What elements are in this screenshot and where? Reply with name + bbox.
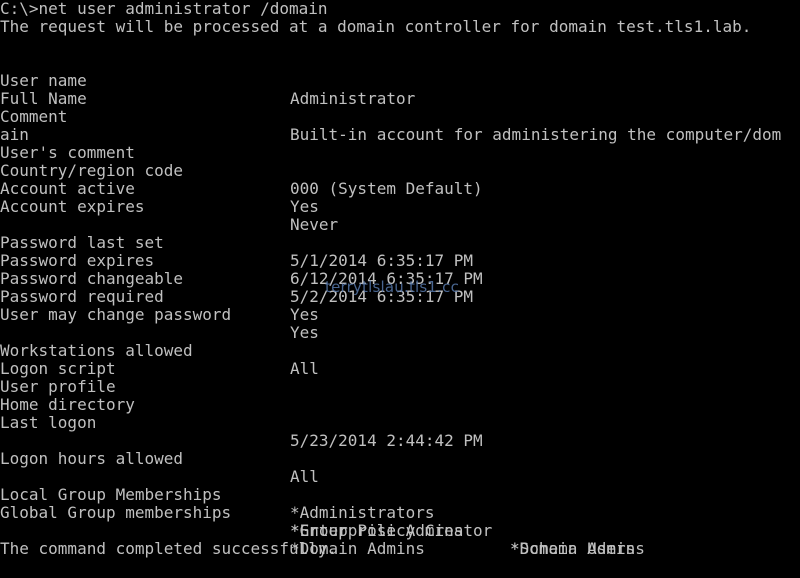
- field-password-expires: Password expires 6/12/2014 6:35:17 PM: [0, 234, 800, 288]
- command-line: C:\>net user administrator /domain: [0, 0, 328, 18]
- field-global-groups-row-3: *Domain Admins: [0, 522, 800, 558]
- field-account-active: Account active Yes: [0, 162, 800, 216]
- field-country-code: Country/region code 000 (System Default): [0, 144, 800, 198]
- watermark-text: terrytlslau.tls1.cc: [325, 278, 460, 296]
- request-line: The request will be processed at a domai…: [0, 17, 752, 36]
- field-workstations-allowed: Workstations allowed All: [0, 324, 800, 378]
- field-value: Yes: [290, 197, 319, 216]
- field-account-expires: Account expires Never: [0, 180, 800, 234]
- field-value: Yes: [290, 305, 319, 324]
- field-label: User may change password: [0, 305, 232, 324]
- group-item: *Schema Admins: [510, 539, 645, 558]
- field-comment-wrap: ain: [0, 108, 800, 144]
- field-logon-script: Logon script: [0, 342, 800, 378]
- field-password-last-set: Password last set 5/1/2014 6:35:17 PM: [0, 216, 800, 270]
- field-label: Account expires: [0, 197, 145, 216]
- completion-line: The command completed successfully.: [0, 539, 338, 558]
- field-password-changeable: Password changeable 5/2/2014 6:35:17 PM: [0, 252, 800, 306]
- field-label: Logon hours allowed: [0, 449, 184, 468]
- field-global-groups-row-2: *Enterprise Admins *Schema Admins: [0, 504, 800, 558]
- command-prompt-console[interactable]: C:\>net user administrator /domain The r…: [0, 0, 800, 578]
- field-global-groups: Global Group memberships *Group Policy C…: [0, 486, 800, 558]
- field-local-groups: Local Group Memberships *Administrators: [0, 468, 800, 522]
- field-home-directory: Home directory: [0, 378, 800, 414]
- field-logon-hours-allowed: Logon hours allowed All: [0, 432, 800, 486]
- field-user-profile: User profile: [0, 360, 800, 396]
- field-label: Last logon: [0, 413, 97, 432]
- field-comment: Comment Built-in account for administeri…: [0, 90, 800, 144]
- field-user-name: User name Administrator: [0, 54, 800, 108]
- field-full-name: Full Name: [0, 72, 800, 108]
- field-last-logon: Last logon 5/23/2014 2:44:42 PM: [0, 396, 800, 450]
- field-users-comment: User's comment: [0, 126, 800, 162]
